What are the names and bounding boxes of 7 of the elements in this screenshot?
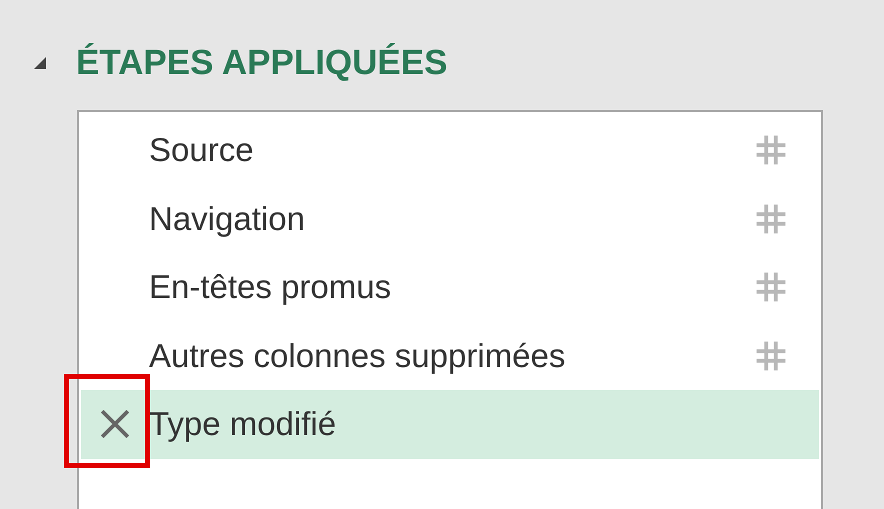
step-item[interactable]: Navigation [81,184,819,253]
step-item[interactable]: En-têtes promus [81,253,819,322]
step-item[interactable]: Type modifié [81,390,819,458]
step-item[interactable]: Source [81,116,819,184]
collapse-triangle-icon[interactable] [32,55,48,71]
section-title: ÉTAPES APPLIQUÉES [76,43,448,83]
step-item[interactable]: Autres colonnes supprimées [81,322,819,390]
